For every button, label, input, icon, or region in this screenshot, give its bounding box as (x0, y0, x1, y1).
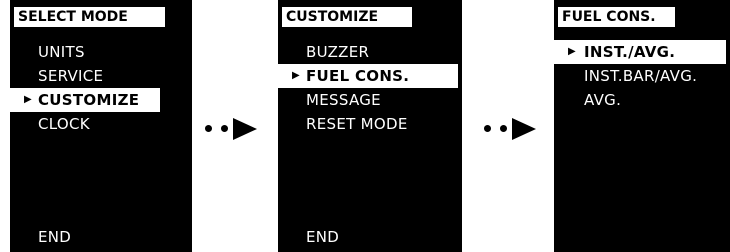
menu-list: UNITS SERVICE ▶ CUSTOMIZE CLOCK (10, 40, 192, 136)
screen-title: FUEL CONS. (558, 7, 675, 27)
menu-item-inst-bar-avg[interactable]: INST.BAR/AVG. (554, 64, 730, 88)
customize-screen: CUSTOMIZE BUZZER ▶ FUEL CONS. MESSAGE RE… (278, 0, 462, 252)
menu-item-end[interactable]: END (306, 228, 339, 246)
menu-item-avg[interactable]: AVG. (554, 88, 730, 112)
screen-title: CUSTOMIZE (282, 7, 412, 27)
menu-item-units[interactable]: UNITS (10, 40, 192, 64)
menu-item-service[interactable]: SERVICE (10, 64, 192, 88)
menu-item-inst-avg[interactable]: ▶ INST./AVG. (554, 40, 726, 64)
menu-item-label: INST./AVG. (584, 43, 676, 61)
menu-item-end[interactable]: END (38, 228, 71, 246)
arrow-head-icon (233, 118, 257, 140)
dot-icon (500, 125, 507, 132)
menu-item-label: FUEL CONS. (306, 67, 410, 85)
selection-arrow-icon: ▶ (292, 70, 300, 81)
dot-icon (205, 125, 212, 132)
arrow-head-icon (512, 118, 536, 140)
menu-item-label: CUSTOMIZE (38, 91, 140, 109)
next-step-arrow-icon (482, 118, 542, 140)
menu-item-customize[interactable]: ▶ CUSTOMIZE (10, 88, 160, 112)
dot-icon (221, 125, 228, 132)
screen-title: SELECT MODE (14, 7, 165, 27)
menu-item-reset-mode[interactable]: RESET MODE (278, 112, 462, 136)
menu-item-message[interactable]: MESSAGE (278, 88, 462, 112)
fuel-cons-screen: FUEL CONS. ▶ INST./AVG. INST.BAR/AVG. AV… (554, 0, 730, 252)
menu-list: BUZZER ▶ FUEL CONS. MESSAGE RESET MODE (278, 40, 462, 136)
selection-arrow-icon: ▶ (568, 46, 576, 57)
dot-icon (484, 125, 491, 132)
menu-item-clock[interactable]: CLOCK (10, 112, 192, 136)
menu-item-buzzer[interactable]: BUZZER (278, 40, 462, 64)
menu-list: ▶ INST./AVG. INST.BAR/AVG. AVG. (554, 40, 730, 112)
selection-arrow-icon: ▶ (24, 94, 32, 105)
select-mode-screen: SELECT MODE UNITS SERVICE ▶ CUSTOMIZE CL… (10, 0, 192, 252)
next-step-arrow-icon (203, 118, 263, 140)
menu-item-fuel-cons[interactable]: ▶ FUEL CONS. (278, 64, 458, 88)
